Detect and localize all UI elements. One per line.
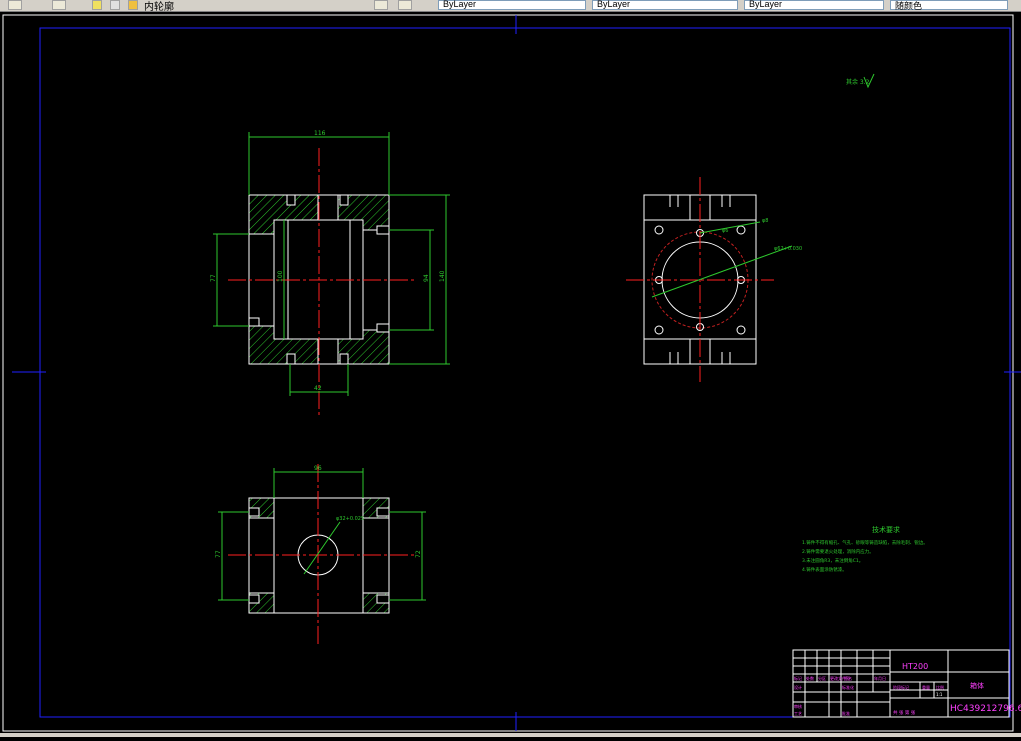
lock-icon[interactable]: [128, 0, 138, 10]
svg-text:重量: 重量: [922, 684, 930, 690]
bottom-view: 96 77 72 φ32+0.025: [215, 464, 426, 644]
save-button[interactable]: [8, 0, 22, 10]
svg-text:标准化: 标准化: [842, 684, 854, 690]
layer-manager-button[interactable]: [374, 0, 388, 10]
dim-view3-left: 77: [215, 550, 222, 558]
light-bulb-icon[interactable]: [92, 0, 102, 10]
roughness-symbol: 其余 3.2: [846, 73, 875, 89]
dim-view3-bore: φ32+0.025: [336, 516, 364, 522]
drawing-code: HC439212796.6: [950, 704, 1021, 714]
side-view: φ8 φ6 φ62+0.030: [626, 177, 802, 382]
svg-text:工艺: 工艺: [794, 711, 802, 716]
layer-previous-button[interactable]: [398, 0, 412, 10]
dim-inner-height: 100: [277, 270, 284, 282]
material: HT200: [902, 662, 928, 671]
svg-text:1.铸件不得有缩孔、气孔、砂眼等铸造缺陷，去除毛刺、锐边。: 1.铸件不得有缩孔、气孔、砂眼等铸造缺陷，去除毛刺、锐边。: [802, 539, 928, 546]
svg-text:签名: 签名: [844, 675, 852, 681]
dim-bore: φ62+0.030: [774, 246, 802, 252]
dim-hole-small: φ6: [722, 228, 728, 234]
tech-title: 技术要求: [872, 525, 900, 534]
svg-text:1:1: 1:1: [936, 692, 943, 697]
drawing-canvas[interactable]: 116 77 100 140 94 42 φ8 φ6 φ62+0.030 96 …: [0, 12, 1021, 737]
svg-text:审核: 审核: [794, 703, 802, 709]
dim-right-inner: 94: [423, 274, 430, 282]
lineweight-dropdown[interactable]: ByLayer: [744, 0, 884, 10]
part-name: 箱体: [970, 681, 984, 690]
dim-bottom-width: 42: [314, 385, 322, 392]
dim-view3-width: 96: [314, 465, 322, 472]
title-block: HT200 箱体 HC439212796.6 标记 处数 分区 更改文件号 签名…: [792, 649, 1021, 718]
front-section-view: 116 77 100 140 94 42: [210, 130, 450, 418]
layer-tool-button[interactable]: [52, 0, 66, 10]
sun-icon[interactable]: [110, 0, 120, 10]
dim-left-height: 77: [210, 274, 217, 282]
tech-requirements: 技术要求 1.铸件不得有缩孔、气孔、砂眼等铸造缺陷，去除毛刺、锐边。 2.铸件需…: [802, 525, 928, 573]
svg-text:比例: 比例: [936, 684, 944, 690]
svg-text:3.未注圆角R3，未注倒角C1。: 3.未注圆角R3，未注倒角C1。: [802, 557, 863, 564]
drawing-frame: [2, 14, 1021, 732]
dim-view3-right: 72: [415, 550, 422, 558]
svg-text:年月日: 年月日: [874, 675, 886, 681]
dim-total-height: 140: [439, 270, 446, 282]
dim-hole: φ8: [762, 218, 768, 224]
linetype-dropdown[interactable]: ByLayer: [592, 0, 738, 10]
svg-text:阶段标记: 阶段标记: [893, 684, 909, 690]
dim-top-width: 116: [314, 130, 326, 137]
svg-text:分区: 分区: [818, 675, 826, 681]
svg-text:批准: 批准: [842, 710, 850, 716]
svg-text:4.铸件表面涂防锈漆。: 4.铸件表面涂防锈漆。: [802, 566, 847, 573]
color-dropdown[interactable]: ByLayer: [438, 0, 586, 10]
toolbar: 内轮廓 ByLayer ByLayer ByLayer 随颜色: [0, 0, 1021, 13]
svg-text:处数: 处数: [806, 675, 814, 681]
svg-text:共 张 第 张: 共 张 第 张: [893, 709, 916, 716]
status-strip: [0, 733, 1021, 737]
plotstyle-dropdown[interactable]: 随颜色: [890, 0, 1008, 11]
svg-text:标记: 标记: [794, 675, 802, 681]
svg-text:2.铸件需要退火处理，消除内应力。: 2.铸件需要退火处理，消除内应力。: [802, 548, 874, 555]
svg-text:设计: 设计: [794, 684, 802, 690]
